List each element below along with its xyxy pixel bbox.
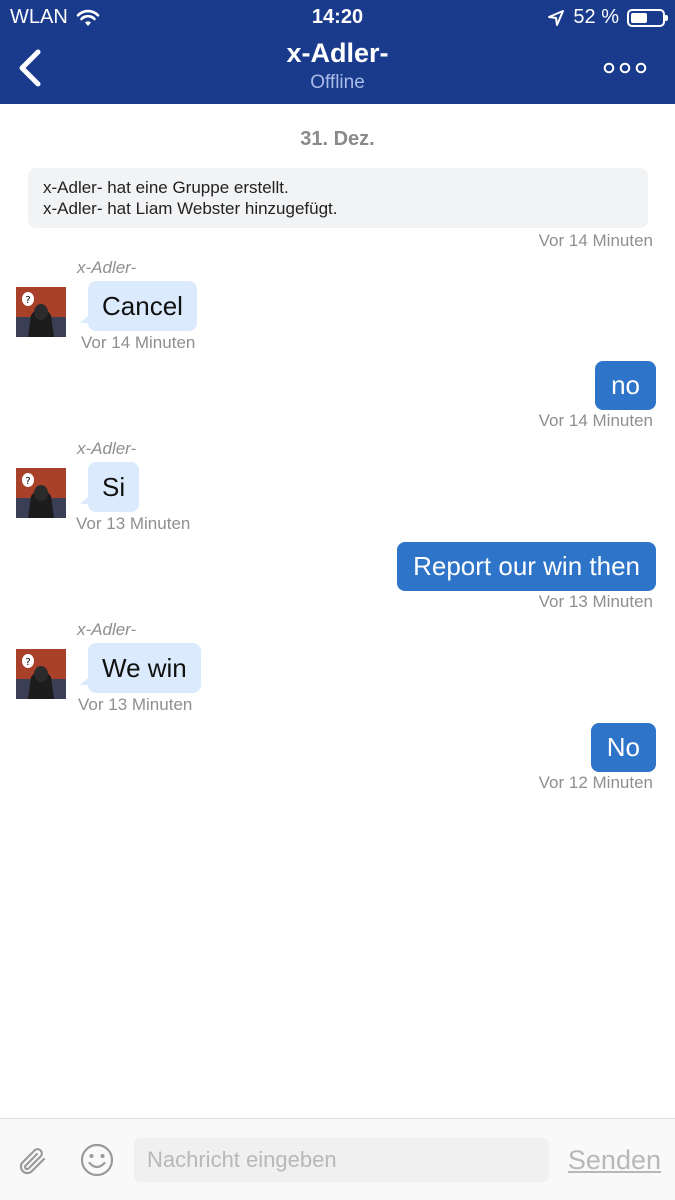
- incoming-message-bubble[interactable]: Cancel: [80, 281, 197, 331]
- svg-text:?: ?: [25, 295, 30, 306]
- chat-title: x-Adler-: [286, 38, 389, 68]
- system-message-line: x-Adler- hat eine Gruppe erstellt.: [43, 178, 289, 197]
- system-message-line: x-Adler- hat Liam Webster hinzugefügt.: [43, 199, 338, 218]
- chat-status: Offline: [310, 72, 365, 93]
- avatar-image: ?: [16, 468, 66, 518]
- paperclip-icon[interactable]: [16, 1143, 50, 1179]
- sender-name: x-Adler-: [77, 620, 137, 639]
- message-timestamp: Vor 13 Minuten: [538, 592, 653, 611]
- sender-name: x-Adler-: [77, 258, 137, 277]
- avatar-image: ?: [16, 649, 66, 699]
- battery-percentage: 52 %: [573, 6, 619, 28]
- battery-icon: [627, 8, 668, 27]
- system-message-timestamp: Vor 14 Minuten: [538, 231, 653, 250]
- send-button[interactable]: Senden: [568, 1145, 661, 1176]
- message-timestamp: Vor 12 Minuten: [538, 773, 653, 792]
- message-timestamp: Vor 13 Minuten: [78, 695, 193, 714]
- location-arrow-icon: [548, 9, 565, 26]
- incoming-message-bubble[interactable]: Si: [79, 462, 140, 512]
- status-right: 52 %: [547, 6, 668, 29]
- message-timestamp: Vor 14 Minuten: [81, 333, 196, 352]
- outgoing-message-bubble[interactable]: Report our win then: [397, 542, 656, 591]
- message-input[interactable]: [134, 1138, 549, 1182]
- more-dots-icon[interactable]: [603, 58, 647, 78]
- avatar[interactable]: ?: [16, 287, 66, 337]
- system-message: x-Adler- hat eine Gruppe erstellt. x-Adl…: [28, 168, 648, 228]
- smiley-icon[interactable]: [80, 1143, 114, 1177]
- svg-text:?: ?: [25, 476, 30, 487]
- battery-level: [631, 12, 647, 23]
- incoming-message-bubble[interactable]: We win: [80, 643, 201, 693]
- sender-name: x-Adler-: [77, 439, 137, 458]
- avatar-image: ?: [16, 287, 66, 337]
- message-timestamp: Vor 14 Minuten: [538, 411, 653, 430]
- outgoing-message-bubble[interactable]: No: [590, 723, 656, 772]
- message-composer: Senden: [0, 1118, 675, 1200]
- message-timestamp: Vor 13 Minuten: [76, 514, 191, 533]
- status-bar: WLAN 14:20 52 %: [0, 0, 675, 34]
- svg-text:?: ?: [25, 657, 30, 668]
- avatar[interactable]: ?: [16, 649, 66, 699]
- date-separator: 31. Dez.: [300, 128, 375, 150]
- outgoing-message-bubble[interactable]: no: [595, 361, 656, 410]
- navigation-header: WLAN 14:20 52 % x-Adler- Offline: [0, 0, 675, 104]
- avatar[interactable]: ?: [16, 468, 66, 518]
